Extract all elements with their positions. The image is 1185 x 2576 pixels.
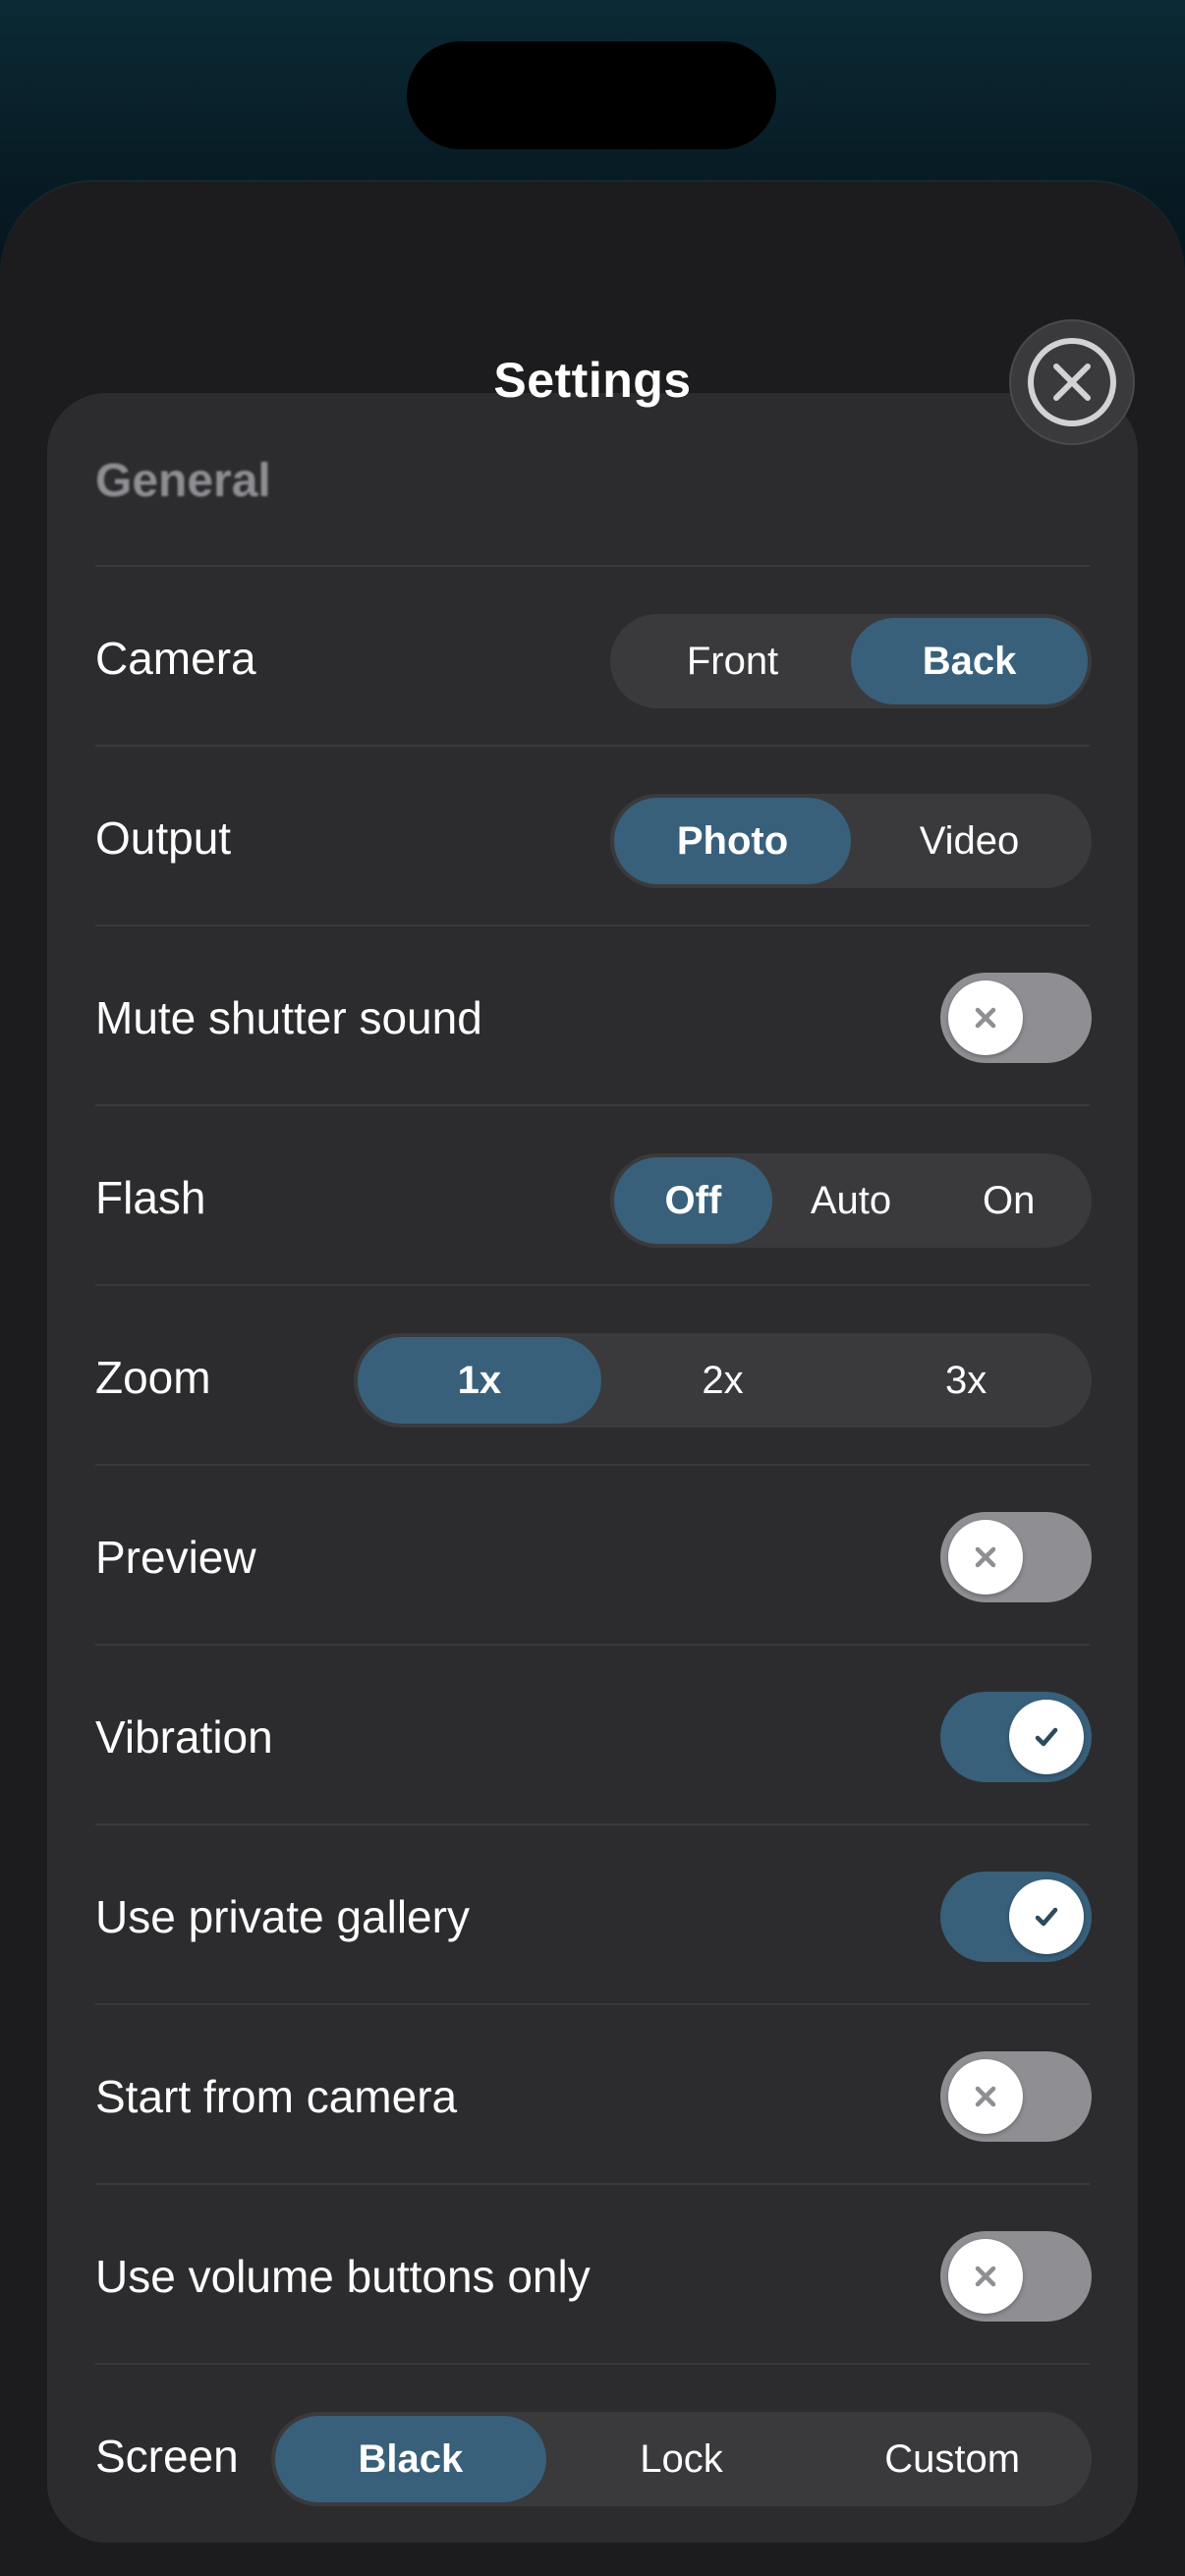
screen-option-custom[interactable]: Custom xyxy=(817,2416,1088,2502)
x-icon xyxy=(971,2082,1000,2111)
flash-label: Flash xyxy=(95,1172,206,1223)
flash-option-auto[interactable]: Auto xyxy=(772,1157,931,1244)
toggle-knob xyxy=(948,2059,1023,2134)
checkmark-icon xyxy=(1031,1721,1062,1753)
close-button[interactable] xyxy=(1009,319,1135,445)
zoom-segmented-control: 1x 2x 3x xyxy=(354,1333,1092,1428)
screen-option-black[interactable]: Black xyxy=(275,2416,546,2502)
private-gallery-label: Use private gallery xyxy=(95,1891,470,1942)
vibration-label: Vibration xyxy=(95,1711,273,1763)
volume-buttons-toggle[interactable] xyxy=(940,2231,1092,2322)
screen-segmented-control: Black Lock Custom xyxy=(271,2412,1092,2506)
sheet-title: Settings xyxy=(493,353,692,408)
volume-buttons-label: Use volume buttons only xyxy=(95,2251,591,2302)
zoom-option-1x[interactable]: 1x xyxy=(358,1337,601,1424)
output-option-photo[interactable]: Photo xyxy=(614,798,851,884)
flash-option-off[interactable]: Off xyxy=(614,1157,772,1244)
divider xyxy=(95,1644,1090,1646)
toggle-knob xyxy=(1009,1700,1084,1774)
divider xyxy=(95,2363,1090,2365)
camera-segmented-control: Front Back xyxy=(610,614,1092,708)
start-camera-toggle[interactable] xyxy=(940,2051,1092,2142)
output-option-video[interactable]: Video xyxy=(851,798,1088,884)
divider xyxy=(95,924,1090,926)
output-label: Output xyxy=(95,812,232,864)
preview-label: Preview xyxy=(95,1532,256,1583)
dynamic-island xyxy=(407,41,776,149)
mute-shutter-label: Mute shutter sound xyxy=(95,992,482,1043)
flash-option-on[interactable]: On xyxy=(930,1157,1088,1244)
camera-option-back[interactable]: Back xyxy=(851,618,1088,704)
divider xyxy=(95,2183,1090,2185)
divider xyxy=(95,2003,1090,2005)
flash-segmented-control: Off Auto On xyxy=(610,1153,1092,1248)
output-segmented-control: Photo Video xyxy=(610,794,1092,888)
close-circle-icon xyxy=(1025,335,1119,429)
divider xyxy=(95,1464,1090,1466)
divider xyxy=(95,1823,1090,1825)
toggle-knob xyxy=(948,1520,1023,1595)
zoom-label: Zoom xyxy=(95,1352,211,1403)
divider xyxy=(95,1284,1090,1286)
zoom-option-3x[interactable]: 3x xyxy=(844,1337,1088,1424)
screen-label: Screen xyxy=(95,2431,239,2482)
camera-option-front[interactable]: Front xyxy=(614,618,851,704)
toggle-knob xyxy=(948,980,1023,1055)
vibration-toggle[interactable] xyxy=(940,1692,1092,1782)
settings-card: General Camera Front Back Output Photo V… xyxy=(47,393,1138,2543)
checkmark-icon xyxy=(1031,1901,1062,1932)
divider xyxy=(95,1104,1090,1106)
toggle-knob xyxy=(1009,1879,1084,1954)
screen-option-lock[interactable]: Lock xyxy=(546,2416,818,2502)
private-gallery-toggle[interactable] xyxy=(940,1872,1092,1962)
divider xyxy=(95,745,1090,747)
preview-toggle[interactable] xyxy=(940,1512,1092,1602)
divider xyxy=(95,565,1090,567)
section-title-general: General xyxy=(95,455,271,507)
camera-label: Camera xyxy=(95,633,256,684)
zoom-option-2x[interactable]: 2x xyxy=(601,1337,845,1424)
start-camera-label: Start from camera xyxy=(95,2071,458,2122)
x-icon xyxy=(971,2262,1000,2291)
toggle-knob xyxy=(948,2239,1023,2314)
mute-shutter-toggle[interactable] xyxy=(940,973,1092,1063)
x-icon xyxy=(971,1542,1000,1572)
x-icon xyxy=(971,1003,1000,1033)
